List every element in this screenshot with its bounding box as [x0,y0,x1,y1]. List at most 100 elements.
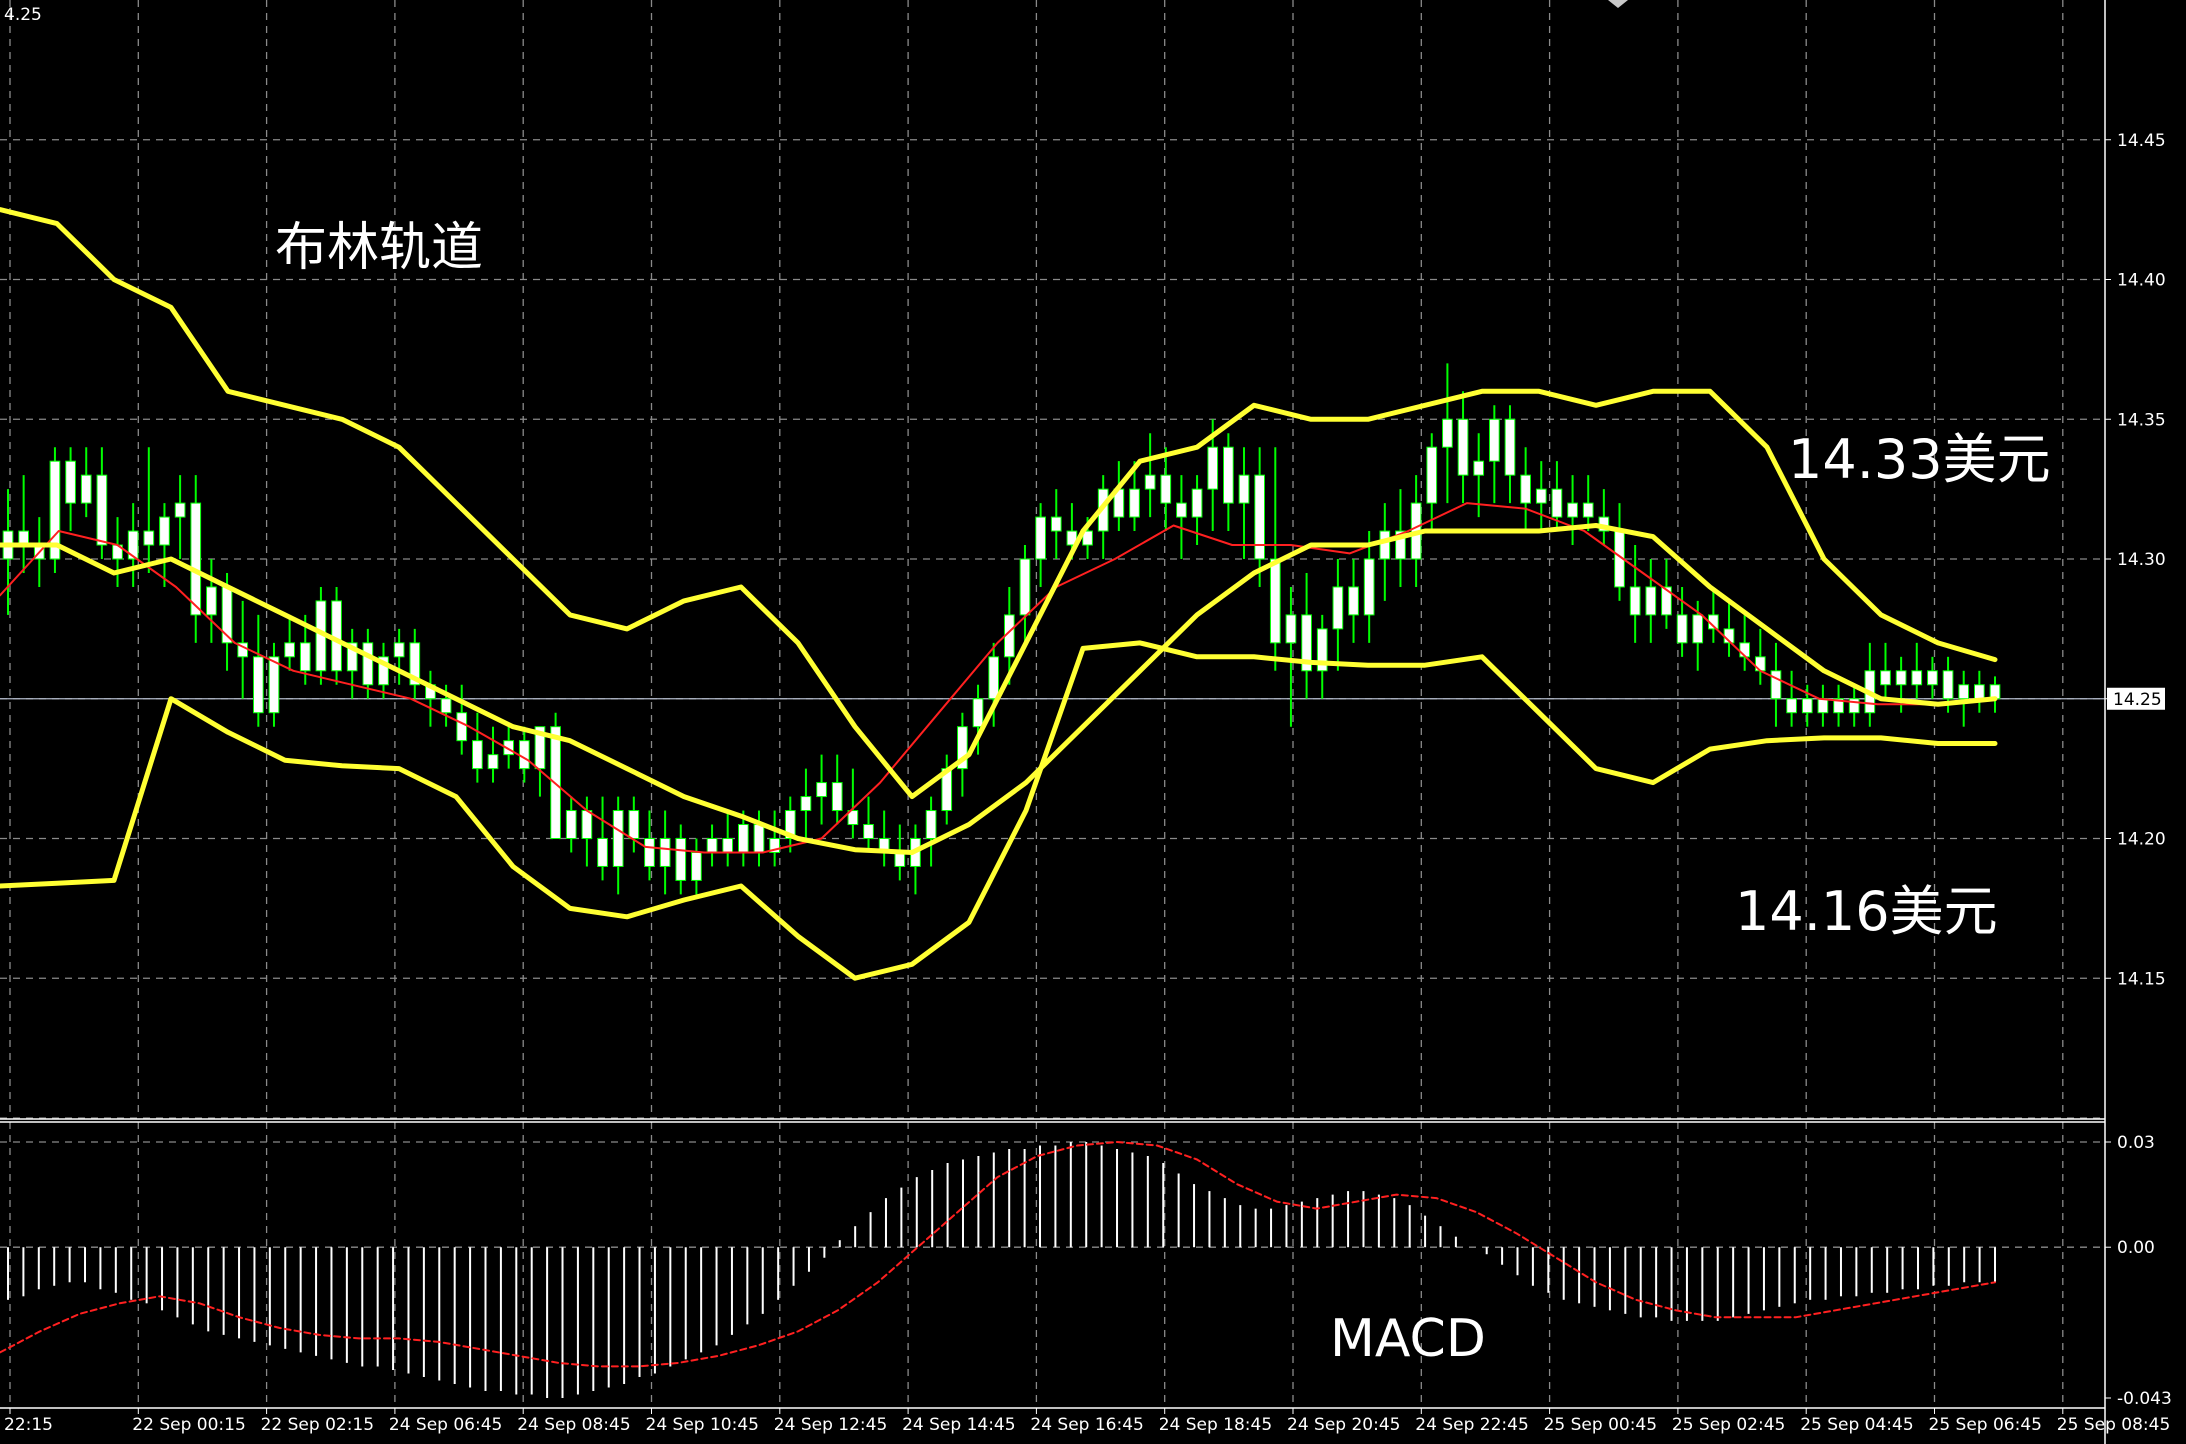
candle-body [1176,502,1187,518]
candle-body [894,851,906,867]
candle-body [1160,474,1172,504]
candle-body [1457,418,1469,476]
candle-body [1692,614,1704,644]
candle-body [659,838,671,867]
candle-body [1035,516,1046,560]
candle-body [831,782,843,812]
candle-body [1488,418,1500,462]
candle-body [1520,474,1531,504]
price-tick-label: 14.20 [2117,830,2166,850]
candle-body [1379,530,1391,560]
time-tick-label: 22 Sep 00:15 [132,1415,245,1435]
candle-body [96,474,108,546]
candle-body [1191,488,1203,518]
candle-body [1927,670,1938,686]
candle-body [628,810,640,839]
candle-body [159,516,170,546]
candle-body [1254,474,1266,560]
candle-body [1801,698,1813,714]
time-tick-label: 22 Sep 02:15 [261,1415,374,1435]
candle-body [393,642,405,658]
candle-body [1942,670,1954,700]
candle-body [1770,670,1782,700]
time-tick-label: 25 Sep 04:45 [1800,1415,1913,1435]
chart-root: 22:15 22 Sep 00:15 22 Sep 02:15 24 Sep 06:4… [0,0,2186,1444]
candle-body [268,656,280,714]
candle-body [456,712,468,742]
candle-body [284,642,295,658]
candle-body [1285,614,1297,644]
bollinger-title: 布林轨道 [275,218,483,278]
candle-body [816,782,827,798]
candle-body [800,796,812,812]
candle-body [362,642,374,686]
macd-label: MACD [1330,1309,1486,1369]
time-tick-label: 25 Sep 00:45 [1544,1415,1657,1435]
candle-body [1535,488,1547,504]
candle-body [722,838,734,853]
candle-body [143,530,155,546]
candle-body [1129,488,1140,518]
candle-body [644,838,655,867]
candle-body [1019,558,1031,616]
price-tick-label: 14.30 [2117,550,2166,570]
time-tick-label: 24 Sep 10:45 [646,1415,759,1435]
macd-tick-label: -0.043 [2117,1389,2172,1409]
candle-body [691,851,702,881]
candle-body [1817,698,1829,714]
candle-body [1786,698,1797,714]
time-tick-label: 24 Sep 12:45 [774,1415,887,1435]
candle-body [706,838,718,853]
candle-body [190,502,202,616]
candle-body [1050,516,1062,532]
background [0,0,2186,1444]
candle-body [440,698,452,714]
candle-body [487,754,499,770]
candle-body [925,810,937,839]
candle-body [972,698,984,728]
candle-body [1269,558,1281,644]
candle-body [1207,446,1219,490]
candle-body [1426,446,1438,504]
candle-body [1504,418,1516,476]
candle-body [597,838,608,867]
candle-body [1551,488,1563,518]
lower-price-annotation: 14.16美元 [1735,880,1998,943]
candle-body [206,586,217,616]
upper-price-annotation: 14.33美元 [1788,428,2051,491]
candle-body [174,502,186,518]
price-tick-label: 14.35 [2117,410,2166,430]
candle-body [472,740,483,770]
candle-body [753,824,765,853]
candle-body [737,824,749,853]
price-tick-label: 14.40 [2117,271,2166,291]
chart-svg: 22:15 22 Sep 00:15 22 Sep 02:15 24 Sep 06:4… [0,0,2186,1444]
time-tick-label: 24 Sep 08:45 [517,1415,630,1435]
price-tick-label: 14.15 [2117,969,2166,989]
candle-body [1473,460,1485,476]
time-tick-label: 25 Sep 02:45 [1672,1415,1785,1435]
macd-tick-label: 0.00 [2117,1238,2155,1258]
current-price-label: 14.25 [2113,690,2162,710]
time-tick-label: 25 Sep 08:45 [2057,1415,2170,1435]
time-tick-label: 24 Sep 16:45 [1030,1415,1143,1435]
time-tick-label: 24 Sep 14:45 [902,1415,1015,1435]
candle-body [581,810,593,839]
time-tick-label: 25 Sep 06:45 [1929,1415,2042,1435]
corner-label: 4.25 [4,5,42,25]
candle-body [1958,684,1970,700]
candle-body [1442,418,1453,448]
candle-body [1629,586,1641,616]
candle-body [565,810,577,839]
candle-body [1582,502,1594,518]
candle-body [252,656,264,714]
candle-body [863,824,874,840]
candle-body [1974,684,1985,700]
candle-body [675,838,687,881]
candle-body [1911,670,1923,686]
candle-body [65,460,76,504]
candle-body [1238,474,1250,504]
candle-body [1144,474,1156,490]
candle-body [299,642,311,672]
time-tick-label: 24 Sep 22:45 [1415,1415,1528,1435]
